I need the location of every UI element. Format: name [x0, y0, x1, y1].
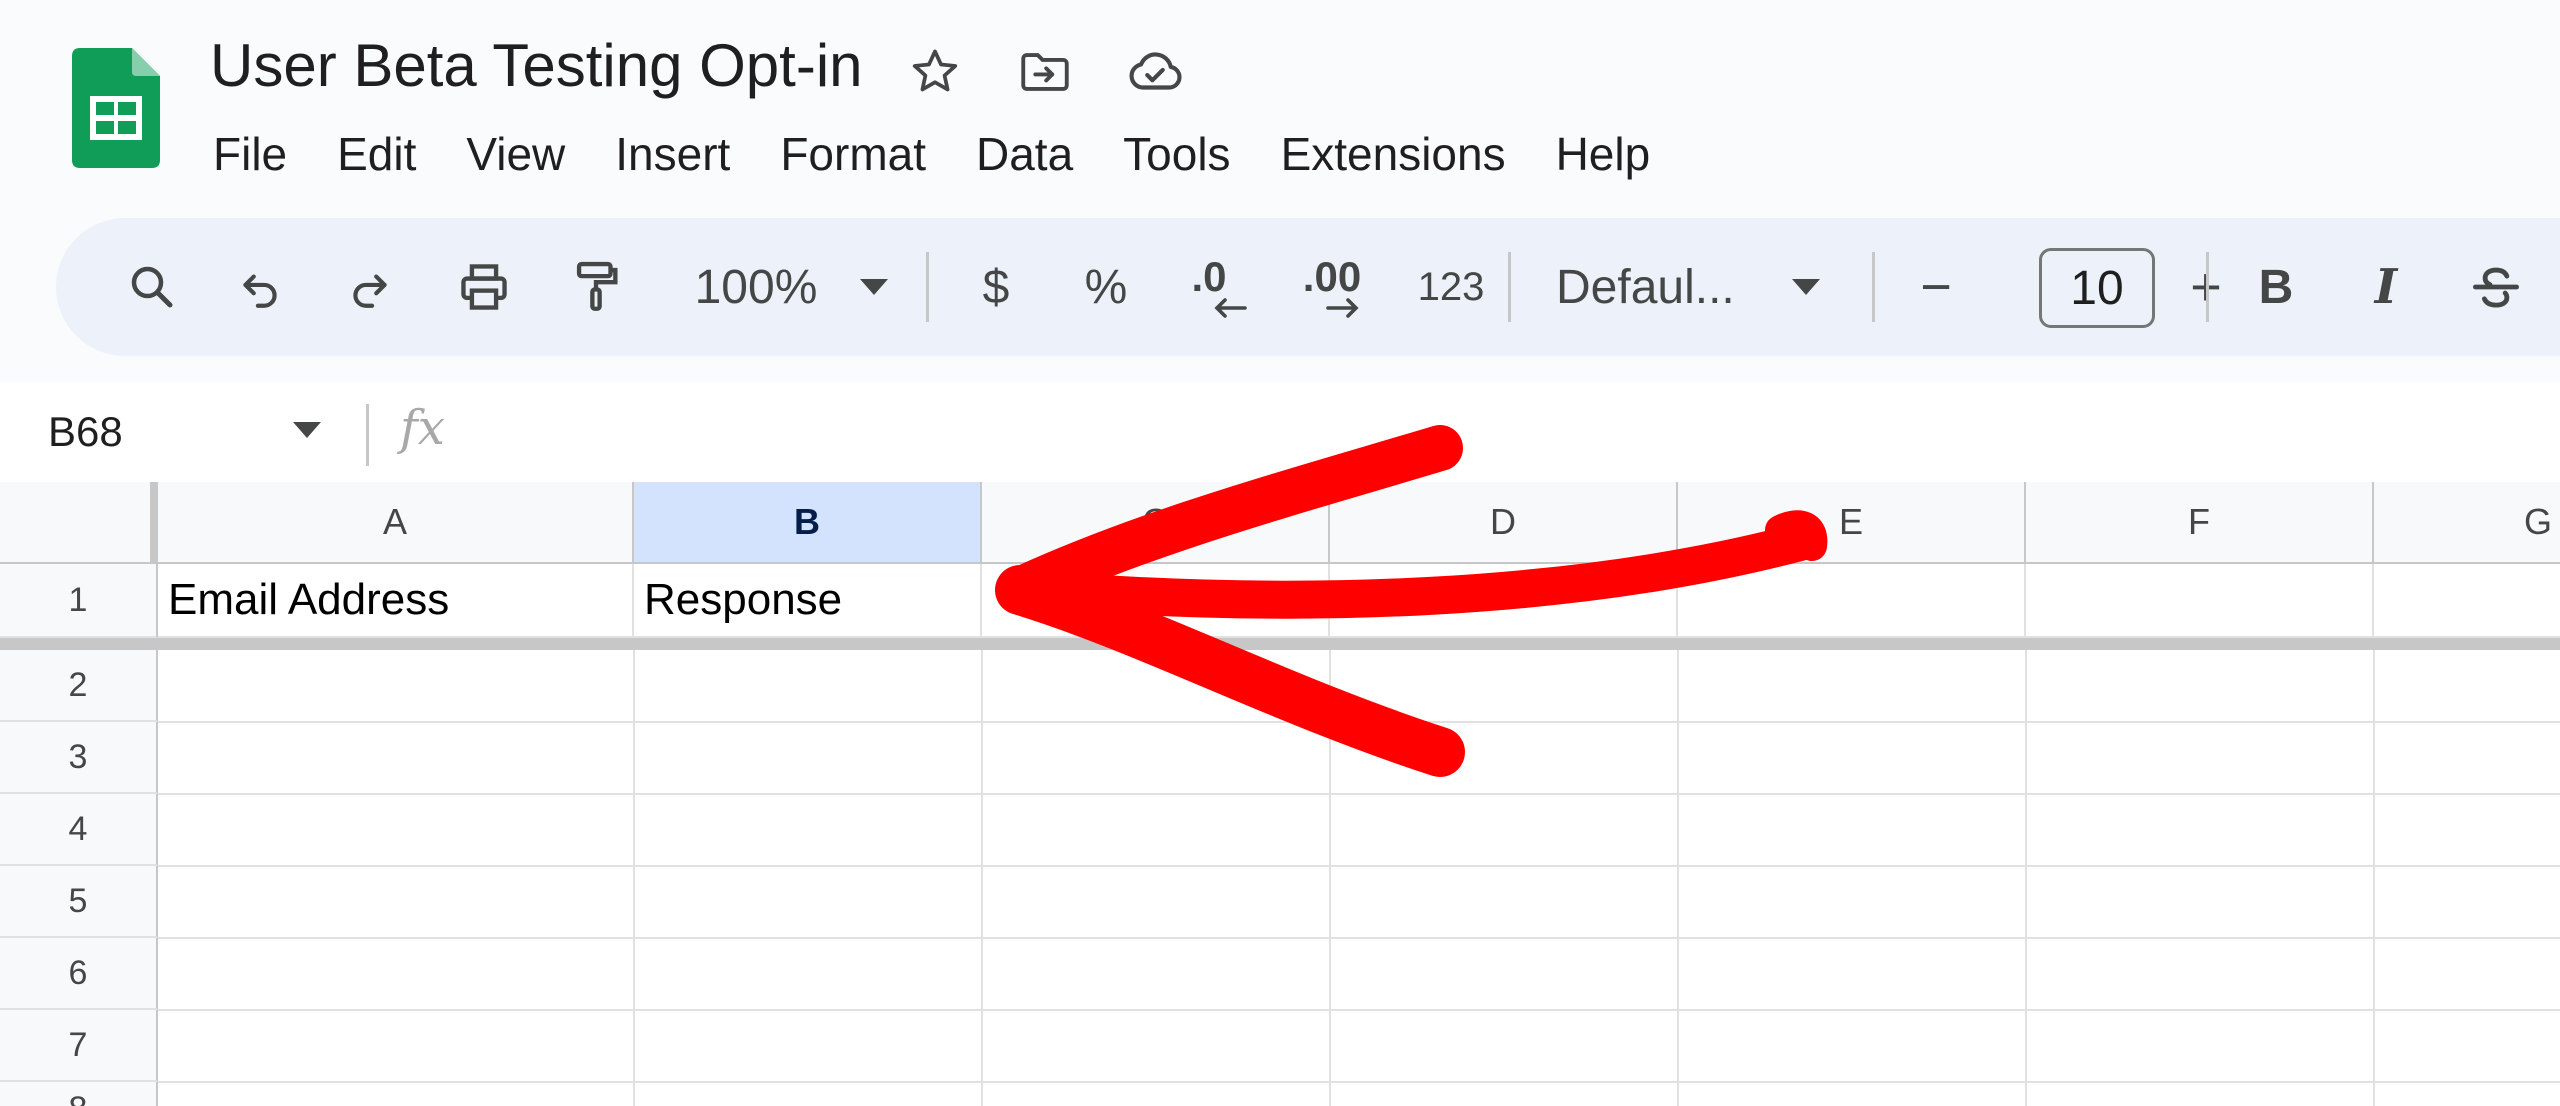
zoom-select[interactable]: 100% [666, 218, 846, 356]
name-box[interactable]: B68 [48, 404, 123, 460]
column-header-f[interactable]: F [2026, 482, 2374, 564]
print-icon[interactable] [444, 218, 524, 356]
toolbar: 100% $ % .0 .00 123 Defaul... − 10 + B I [56, 218, 2560, 356]
font-dropdown-icon[interactable] [1778, 218, 1834, 356]
number-format-label: 123 [1417, 264, 1485, 309]
document-title[interactable]: User Beta Testing Opt-in [210, 30, 863, 102]
increase-decimal-label: .00 [1302, 253, 1362, 300]
column-header-d[interactable]: D [1330, 482, 1678, 564]
select-all-corner[interactable] [0, 482, 158, 564]
strikethrough-icon[interactable] [2456, 218, 2536, 356]
font-value: Defaul... [1556, 260, 1735, 314]
increase-decimal-button[interactable]: .00 [1282, 218, 1382, 356]
formula-bar-divider [366, 404, 369, 466]
name-box-dropdown-icon[interactable] [292, 422, 322, 443]
cell-f1[interactable] [2026, 564, 2374, 638]
row-header-4[interactable]: 4 [0, 794, 158, 866]
column-header-b[interactable]: B [634, 482, 982, 564]
row-header-2[interactable]: 2 [0, 650, 158, 722]
bold-label: B [2258, 260, 2294, 314]
cell-b1[interactable]: Response [634, 564, 982, 638]
cell-e1[interactable] [1678, 564, 2026, 638]
font-select[interactable]: Defaul... [1556, 218, 1776, 356]
arrow-left-icon [1214, 298, 1247, 318]
row-header-7[interactable]: 7 [0, 1010, 158, 1082]
menu-extensions[interactable]: Extensions [1256, 118, 1531, 190]
currency-label: $ [982, 260, 1010, 314]
row-header-6[interactable]: 6 [0, 938, 158, 1010]
row-header-3[interactable]: 3 [0, 722, 158, 794]
menu-format[interactable]: Format [755, 118, 951, 190]
cell-a1[interactable]: Email Address [158, 564, 634, 638]
menu-data[interactable]: Data [951, 118, 1098, 190]
formula-bar: B68 fx [0, 382, 2560, 482]
cell-c1[interactable] [982, 564, 1330, 638]
format-percent-button[interactable]: % [1066, 218, 1146, 356]
row-header-8[interactable]: 8 [0, 1082, 158, 1106]
column-header-g[interactable]: G [2374, 482, 2560, 564]
format-currency-button[interactable]: $ [956, 218, 1036, 356]
menu-file[interactable]: File [188, 118, 312, 190]
app-header: User Beta Testing Opt-in File Edit View … [0, 0, 2560, 218]
star-icon[interactable] [903, 40, 967, 104]
toolbar-divider [1872, 252, 1875, 322]
column-header-c[interactable]: C [982, 482, 1330, 564]
undo-icon[interactable] [224, 218, 296, 356]
move-folder-icon[interactable] [1013, 40, 1077, 104]
cell-d1[interactable] [1330, 564, 1678, 638]
decrease-decimal-label: .0 [1191, 253, 1227, 300]
menu-edit[interactable]: Edit [312, 118, 441, 190]
more-formats-button[interactable]: 123 [1396, 218, 1506, 356]
decrease-font-label: − [1920, 257, 1952, 317]
empty-cells-grid[interactable] [158, 650, 2560, 1106]
italic-label: I [2374, 259, 2398, 315]
row-header-5[interactable]: 5 [0, 866, 158, 938]
decrease-decimal-button[interactable]: .0 [1172, 218, 1262, 356]
cloud-saved-icon[interactable] [1123, 40, 1187, 104]
spreadsheet-grid: A B C D E F G 1 Email Address Response 2… [0, 482, 2560, 1106]
zoom-dropdown-icon[interactable] [846, 218, 902, 356]
font-size-input[interactable]: 10 [2039, 248, 2155, 328]
column-header-e[interactable]: E [1678, 482, 2026, 564]
fx-icon: fx [400, 400, 445, 456]
percent-label: % [1084, 260, 1128, 314]
bold-button[interactable]: B [2236, 218, 2316, 356]
row-header-1[interactable]: 1 [0, 564, 158, 638]
menu-insert[interactable]: Insert [590, 118, 755, 190]
toolbar-divider [926, 252, 929, 322]
zoom-value: 100% [694, 260, 818, 314]
italic-button[interactable]: I [2346, 218, 2426, 356]
toolbar-divider [1508, 252, 1511, 322]
arrow-right-icon [1326, 298, 1359, 318]
decrease-font-size-button[interactable]: − [1896, 218, 1976, 356]
menu-view[interactable]: View [441, 118, 590, 190]
cell-g1[interactable] [2374, 564, 2560, 638]
redo-icon[interactable] [334, 218, 406, 356]
menu-help[interactable]: Help [1531, 118, 1676, 190]
formula-input[interactable] [480, 402, 2480, 462]
sheets-logo-icon[interactable] [72, 48, 160, 168]
search-menus-icon[interactable] [112, 218, 192, 356]
frozen-row-divider[interactable] [0, 638, 2560, 650]
column-header-a[interactable]: A [158, 482, 634, 564]
paint-format-icon[interactable] [556, 218, 636, 356]
toolbar-divider [2206, 252, 2209, 322]
menu-tools[interactable]: Tools [1098, 118, 1255, 190]
menu-bar: File Edit View Insert Format Data Tools … [188, 118, 1675, 190]
